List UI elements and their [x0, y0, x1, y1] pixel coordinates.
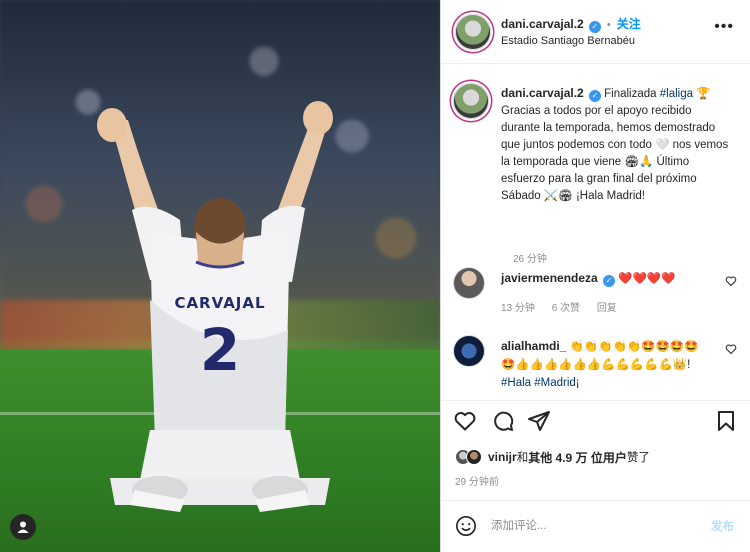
- post-sidebar: dani.carvajal.2 ✓ • 关注 Estadio Santiago …: [440, 0, 750, 552]
- comment: javiermenendeza ✓ ❤️❤️❤️❤️ 13 分钟 6 次赞 回复: [453, 265, 743, 325]
- hashtag-link[interactable]: #laliga: [660, 88, 693, 100]
- hashtag-link[interactable]: #Hala #Madrid: [501, 377, 576, 389]
- share-paper-plane-icon[interactable]: [527, 409, 551, 433]
- likes-suffix: 赞了: [626, 452, 650, 464]
- caption-text: dani.carvajal.2 ✓ Finalizada #laliga 🏆 G…: [501, 85, 733, 205]
- reply-button[interactable]: 回复: [597, 303, 617, 314]
- comment-bubble-icon[interactable]: [491, 409, 515, 433]
- caption-text-before-tag: Finalizada: [604, 88, 660, 100]
- likes-connector: 和: [516, 452, 529, 464]
- author-line: dani.carvajal.2 ✓ • 关注: [501, 15, 641, 33]
- add-comment-bar: 发布: [441, 500, 750, 552]
- post-photo[interactable]: CARVAJAL 2: [0, 0, 440, 552]
- post-timestamp[interactable]: 29 分钟前: [455, 473, 499, 488]
- save-bookmark-icon[interactable]: [714, 409, 738, 433]
- jersey-name: CARVAJAL: [174, 294, 265, 312]
- caption-avatar[interactable]: [453, 83, 489, 119]
- tagged-user-icon[interactable]: [10, 514, 36, 540]
- commenter-avatar[interactable]: [453, 335, 485, 367]
- follow-button[interactable]: 关注: [617, 17, 641, 31]
- verified-badge-icon: ✓: [602, 275, 615, 287]
- author-avatar[interactable]: [455, 14, 491, 50]
- separator-dot: •: [606, 19, 611, 31]
- caption-body: 🏆 Gracias a todos por el apoyo recibido …: [501, 88, 729, 202]
- likes-count-link[interactable]: 其他 4.9 万 位用户: [528, 449, 627, 466]
- comment-likes[interactable]: 6 次赞: [552, 303, 580, 314]
- liker-username[interactable]: vinijr: [488, 450, 517, 464]
- action-bar: [441, 400, 750, 440]
- comment-tag-suffix: ¡: [575, 377, 580, 389]
- comment-input[interactable]: [491, 516, 691, 536]
- more-horizontal-icon[interactable]: •••: [714, 19, 734, 35]
- like-heart-icon[interactable]: [453, 409, 477, 433]
- comment-text: alialhamdi_ 👏👏👏👏👏🤩🤩🤩🤩🤩👍👍👍👍👍👍💪💪💪💪💪👑! #Hal…: [501, 337, 711, 392]
- heart-outline-icon[interactable]: [725, 275, 737, 287]
- comment: alialhamdi_ 👏👏👏👏👏🤩🤩🤩🤩🤩👍👍👍👍👍👍💪💪💪💪💪👑! #Hal…: [453, 333, 743, 400]
- comment-time: 13 分钟: [501, 303, 535, 314]
- comment-username[interactable]: javiermenendeza: [501, 271, 598, 285]
- verified-badge-icon: ✓: [588, 90, 601, 102]
- commenter-avatar[interactable]: [453, 267, 485, 299]
- author-username[interactable]: dani.carvajal.2: [501, 17, 584, 31]
- heart-outline-icon[interactable]: [725, 343, 737, 355]
- post-header: dani.carvajal.2 ✓ • 关注 Estadio Santiago …: [441, 0, 750, 64]
- caption-time: 26 分钟: [513, 254, 547, 265]
- comment-body: ❤️❤️❤️❤️: [618, 273, 676, 285]
- comment-username[interactable]: alialhamdi_: [501, 339, 566, 353]
- emoji-smiley-icon[interactable]: [455, 515, 477, 537]
- comment-text: javiermenendeza ✓ ❤️❤️❤️❤️: [501, 269, 711, 288]
- post-comment-button[interactable]: 发布: [711, 518, 734, 534]
- jersey-number: 2: [200, 316, 240, 384]
- likes-summary: vinijr 和 其他 4.9 万 位用户 赞了: [455, 448, 650, 466]
- verified-badge-icon: ✓: [588, 21, 601, 33]
- caption-username[interactable]: dani.carvajal.2: [501, 86, 584, 100]
- user-icon: [17, 521, 29, 533]
- liker-avatar: [466, 449, 482, 465]
- location-link[interactable]: Estadio Santiago Bernabéu: [501, 35, 635, 47]
- comments-area: dani.carvajal.2 ✓ Finalizada #laliga 🏆 G…: [441, 65, 750, 400]
- player-figure: CARVAJAL 2: [97, 101, 333, 512]
- comment-meta: 13 分钟 6 次赞 回复: [501, 299, 631, 314]
